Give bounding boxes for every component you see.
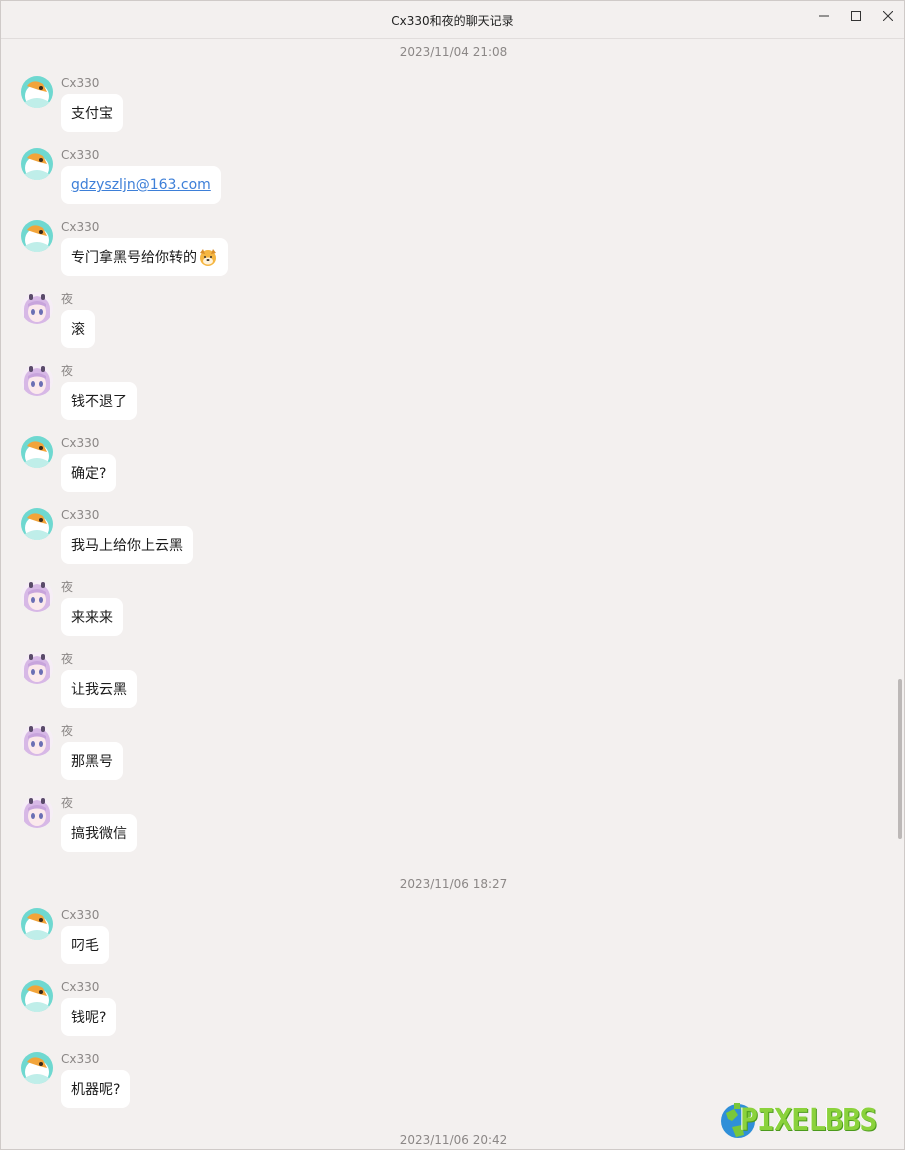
message-bubble[interactable]: 机器呢? bbox=[61, 1070, 131, 1108]
sender-name: 夜 bbox=[61, 580, 74, 594]
sender-name: Cx330 bbox=[61, 436, 100, 450]
sender-name: 夜 bbox=[61, 292, 74, 306]
chat-message: Cx330 专门拿黑号给你转的 bbox=[21, 220, 821, 284]
sender-name: Cx330 bbox=[61, 76, 100, 90]
message-bubble[interactable]: 我马上给你上云黑 bbox=[61, 526, 193, 564]
ye-avatar[interactable] bbox=[21, 652, 53, 684]
message-bubble[interactable]: 专门拿黑号给你转的 bbox=[61, 238, 228, 276]
ye-avatar[interactable] bbox=[21, 580, 53, 612]
message-bubble[interactable]: gdzyszljn@163.com bbox=[61, 166, 221, 204]
message-bubble[interactable]: 钱呢? bbox=[61, 998, 117, 1036]
watermark-text: PIXELBBS bbox=[740, 1103, 877, 1138]
message-bubble[interactable]: 支付宝 bbox=[61, 94, 123, 132]
sender-name: 夜 bbox=[61, 724, 74, 738]
email-link[interactable]: gdzyszljn@163.com bbox=[71, 177, 211, 193]
message-bubble[interactable]: 滚 bbox=[61, 310, 95, 348]
cx330-avatar[interactable] bbox=[21, 148, 53, 180]
ye-avatar[interactable] bbox=[21, 364, 53, 396]
window-title: Cx330和夜的聊天记录 bbox=[391, 14, 514, 28]
timestamp-divider: 2023/11/06 18:27 bbox=[399, 877, 508, 891]
minimize-button[interactable] bbox=[808, 1, 840, 31]
message-bubble[interactable]: 叼毛 bbox=[61, 926, 109, 964]
message-text: 滚 bbox=[71, 322, 85, 338]
cx330-avatar[interactable] bbox=[21, 436, 53, 468]
sender-name: Cx330 bbox=[61, 908, 100, 922]
scrollbar-thumb[interactable] bbox=[898, 679, 902, 839]
ye-avatar[interactable] bbox=[21, 292, 53, 324]
chat-message: Cx330 我马上给你上云黑 bbox=[21, 508, 821, 572]
sender-name: Cx330 bbox=[61, 980, 100, 994]
chat-message: 夜让我云黑 bbox=[21, 652, 821, 716]
sender-name: Cx330 bbox=[61, 148, 100, 162]
chat-message: Cx330 机器呢? bbox=[21, 1052, 821, 1116]
chat-message: Cx330 确定? bbox=[21, 436, 821, 500]
chat-message: 夜搞我微信 bbox=[21, 796, 821, 860]
sender-name: 夜 bbox=[61, 364, 74, 378]
message-text: 机器呢? bbox=[71, 1082, 121, 1098]
cx330-avatar[interactable] bbox=[21, 76, 53, 108]
message-text: 我马上给你上云黑 bbox=[71, 538, 183, 554]
message-text: 叼毛 bbox=[71, 938, 99, 954]
message-text: 钱不退了 bbox=[71, 394, 127, 410]
scrollbar-track[interactable] bbox=[895, 41, 903, 1149]
cx330-avatar[interactable] bbox=[21, 980, 53, 1012]
maximize-icon bbox=[851, 11, 861, 21]
chat-message: 夜来来来 bbox=[21, 580, 821, 644]
message-bubble[interactable]: 搞我微信 bbox=[61, 814, 137, 852]
message-text: 钱呢? bbox=[71, 1010, 107, 1026]
sender-name: Cx330 bbox=[61, 220, 100, 234]
window-controls bbox=[808, 1, 904, 31]
message-text: 专门拿黑号给你转的 bbox=[71, 250, 197, 266]
timestamp-divider: 2023/11/04 21:08 bbox=[399, 45, 508, 59]
sender-name: 夜 bbox=[61, 796, 74, 810]
dog-face-emoji bbox=[200, 249, 216, 266]
sender-name: 夜 bbox=[61, 652, 74, 666]
ye-avatar[interactable] bbox=[21, 724, 53, 756]
chat-message: Cx330 叼毛 bbox=[21, 908, 821, 972]
message-bubble[interactable]: 钱不退了 bbox=[61, 382, 137, 420]
chat-history-window: Cx330和夜的聊天记录 2023/11/04 21:08 2023/11/06… bbox=[0, 0, 905, 1150]
cx330-avatar[interactable] bbox=[21, 220, 53, 252]
chat-message: 夜滚 bbox=[21, 292, 821, 356]
message-text: 来来来 bbox=[71, 610, 113, 626]
maximize-button[interactable] bbox=[840, 1, 872, 31]
chat-message: Cx330 gdzyszljn@163.com bbox=[21, 148, 821, 212]
close-icon bbox=[883, 11, 893, 21]
cx330-avatar[interactable] bbox=[21, 908, 53, 940]
chat-message: Cx330 支付宝 bbox=[21, 76, 821, 140]
ye-avatar[interactable] bbox=[21, 796, 53, 828]
message-text: 那黑号 bbox=[71, 754, 113, 770]
message-text: 支付宝 bbox=[71, 106, 113, 122]
sender-name: Cx330 bbox=[61, 1052, 100, 1066]
chat-message: 夜钱不退了 bbox=[21, 364, 821, 428]
message-list[interactable]: 2023/11/04 21:08 2023/11/06 18:27 2023/1… bbox=[1, 40, 894, 1149]
message-bubble[interactable]: 那黑号 bbox=[61, 742, 123, 780]
chat-message: Cx330 钱呢? bbox=[21, 980, 821, 1044]
minimize-icon bbox=[819, 15, 829, 17]
message-text: 确定? bbox=[71, 466, 107, 482]
chat-message: 夜那黑号 bbox=[21, 724, 821, 788]
cx330-avatar[interactable] bbox=[21, 1052, 53, 1084]
cx330-avatar[interactable] bbox=[21, 508, 53, 540]
message-bubble[interactable]: 来来来 bbox=[61, 598, 123, 636]
close-button[interactable] bbox=[872, 1, 904, 31]
message-text: 搞我微信 bbox=[71, 826, 127, 842]
message-bubble[interactable]: 确定? bbox=[61, 454, 117, 492]
title-bar[interactable]: Cx330和夜的聊天记录 bbox=[1, 1, 904, 39]
message-bubble[interactable]: 让我云黑 bbox=[61, 670, 137, 708]
message-text: 让我云黑 bbox=[71, 682, 127, 698]
sender-name: Cx330 bbox=[61, 508, 100, 522]
watermark-logo: PIXELBBS bbox=[718, 1099, 900, 1143]
